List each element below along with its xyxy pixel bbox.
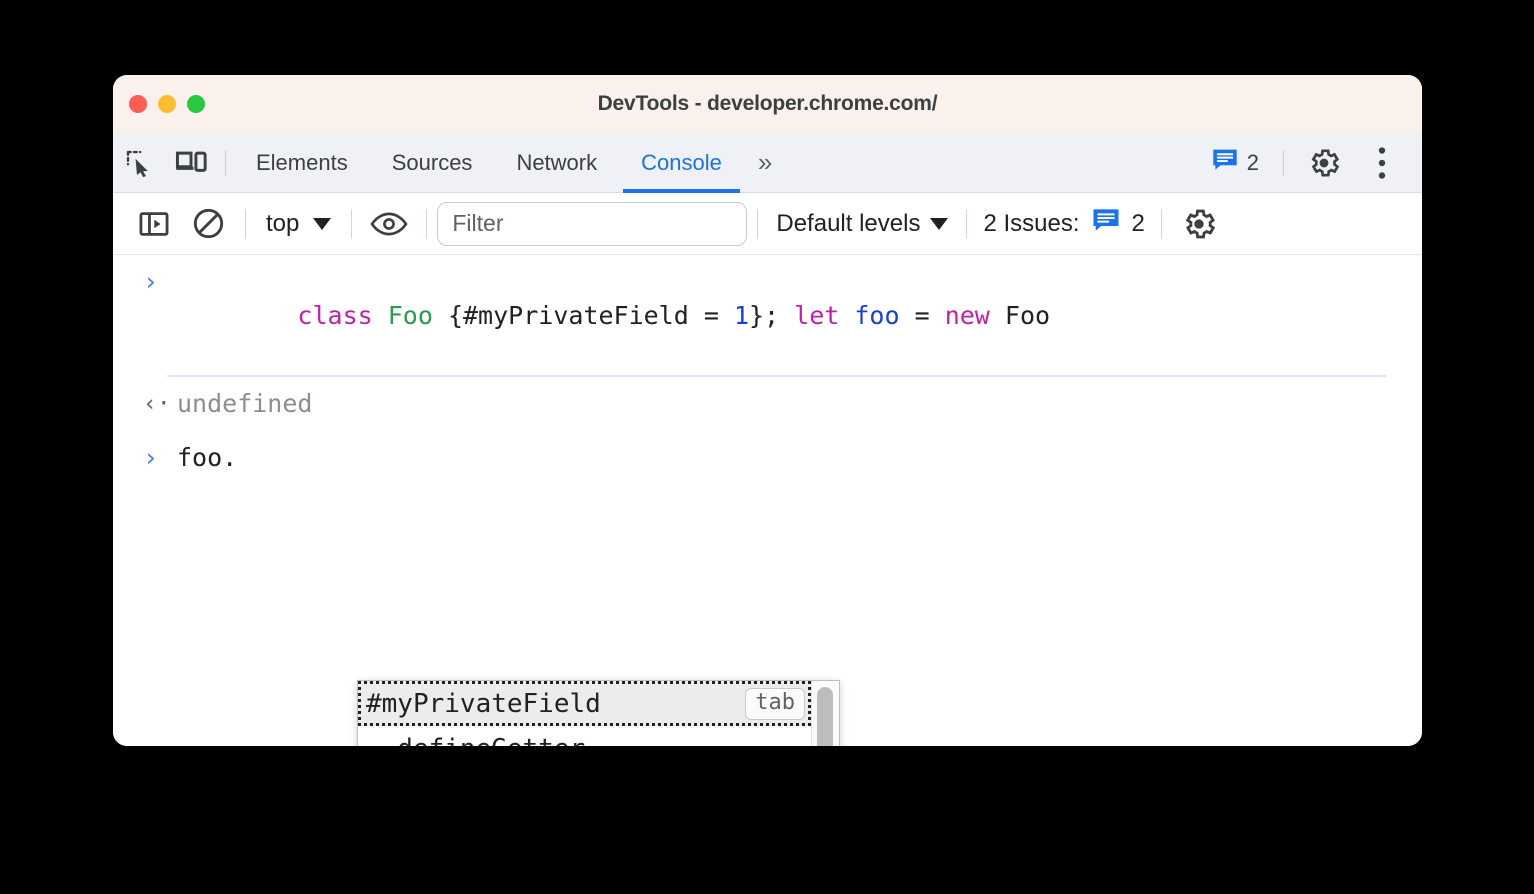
issues-summary[interactable]: 2 Issues: 2 [977, 202, 1150, 246]
live-expression-eye-icon[interactable] [362, 201, 416, 247]
window-titlebar: DevTools - developer.chrome.com/ [113, 75, 1422, 133]
autocomplete-item-definegetter[interactable]: __defineGetter__ [358, 726, 811, 747]
tabbar-right-divider [1283, 149, 1284, 176]
window-title: DevTools - developer.chrome.com/ [597, 92, 938, 115]
clear-console-icon[interactable] [181, 201, 235, 247]
devtools-tabbar: Elements Sources Network Console » 2 [113, 133, 1422, 193]
tab-key-hint: tab [745, 687, 805, 720]
console-message-list[interactable]: › class Foo {#myPrivateField = 1}; let f… [113, 255, 1422, 746]
issues-count: 2 [1246, 149, 1259, 175]
minimize-window-button[interactable] [158, 95, 176, 113]
execution-context-selector[interactable]: top [256, 202, 341, 246]
execution-context-label: top [266, 209, 300, 237]
prompt-chevron-icon: › [143, 267, 159, 296]
chevron-down-icon [930, 217, 949, 230]
autocomplete-item-myprivatefield[interactable]: #myPrivateField tab [358, 681, 811, 726]
issues-summary-label: 2 Issues: [983, 209, 1080, 237]
code-token: {#myPrivateField = [432, 301, 734, 330]
toolbar-divider-4 [757, 208, 759, 239]
tab-sources[interactable]: Sources [370, 133, 495, 193]
prompt-chevron-icon: › [143, 443, 159, 472]
issues-summary-count: 2 [1131, 209, 1145, 237]
maximize-window-button[interactable] [187, 95, 205, 113]
tab-network[interactable]: Network [494, 133, 619, 193]
code-token: }; [749, 301, 795, 330]
more-tabs-label: » [757, 147, 773, 177]
code-token: let [794, 301, 840, 330]
chevron-down-icon [313, 217, 332, 230]
close-window-button[interactable] [129, 95, 147, 113]
more-tabs-chevron-icon[interactable]: » [744, 133, 786, 193]
autocomplete-item-label: __defineGetter__ [366, 734, 616, 747]
inspect-element-icon[interactable] [113, 141, 165, 185]
tab-sources-label: Sources [391, 149, 473, 175]
toolbar-divider-5 [966, 208, 968, 239]
traffic-lights [129, 75, 205, 133]
tab-elements[interactable]: Elements [234, 133, 370, 193]
console-output-row: ‹· undefined [113, 377, 1422, 431]
code-token: class [297, 301, 373, 330]
console-output-value: undefined [177, 389, 313, 418]
tab-network-label: Network [516, 149, 598, 175]
autocomplete-item-label: #myPrivateField [366, 688, 601, 719]
result-arrow-icon: ‹· [143, 391, 171, 417]
tabbar-divider [225, 149, 226, 176]
toolbar-divider-3 [426, 208, 428, 239]
filter-input[interactable] [437, 201, 748, 246]
toolbar-divider-6 [1160, 208, 1162, 239]
code-token: foo [854, 301, 900, 330]
autocomplete-list[interactable]: #myPrivateField tab __defineGetter__ __d… [358, 681, 811, 746]
console-sidebar-icon[interactable] [127, 201, 181, 247]
code-token: new [944, 301, 990, 330]
log-levels-selector[interactable]: Default levels [768, 202, 956, 246]
log-levels-label: Default levels [776, 209, 921, 237]
devtools-window: DevTools - developer.chrome.com/ Element… [113, 75, 1422, 746]
console-prompt-text: foo. [177, 443, 238, 472]
issues-button[interactable]: 2 [1202, 143, 1269, 183]
code-token: = [899, 301, 945, 330]
toolbar-divider-1 [245, 208, 246, 239]
console-input-row: › class Foo {#myPrivateField = 1}; let f… [113, 255, 1422, 377]
console-toolbar: top Default levels 2 Issues: [113, 193, 1422, 255]
tabbar-right-actions: 2 [1202, 141, 1422, 185]
gear-icon[interactable] [1172, 201, 1226, 247]
console-input-code: class Foo {#myPrivateField = 1}; let foo… [177, 265, 1050, 367]
code-token: Foo [989, 301, 1051, 330]
issues-message-icon [1212, 148, 1238, 177]
kebab-menu-icon[interactable] [1356, 141, 1408, 185]
tab-console[interactable]: Console [619, 133, 744, 193]
tab-elements-label: Elements [256, 149, 348, 175]
autocomplete-popup[interactable]: #myPrivateField tab __defineGetter__ __d… [357, 680, 840, 746]
issues-message-icon [1092, 208, 1120, 240]
autocomplete-scrollbar-thumb[interactable] [817, 687, 833, 746]
tab-console-label: Console [641, 149, 722, 175]
gear-icon[interactable] [1298, 141, 1350, 185]
console-prompt-row[interactable]: › foo. [113, 431, 1422, 485]
toolbar-divider-2 [351, 208, 353, 239]
code-token: Foo [387, 301, 433, 330]
autocomplete-scrollbar[interactable] [811, 681, 839, 746]
device-toolbar-icon[interactable] [165, 141, 217, 185]
code-token: 1 [733, 301, 749, 330]
